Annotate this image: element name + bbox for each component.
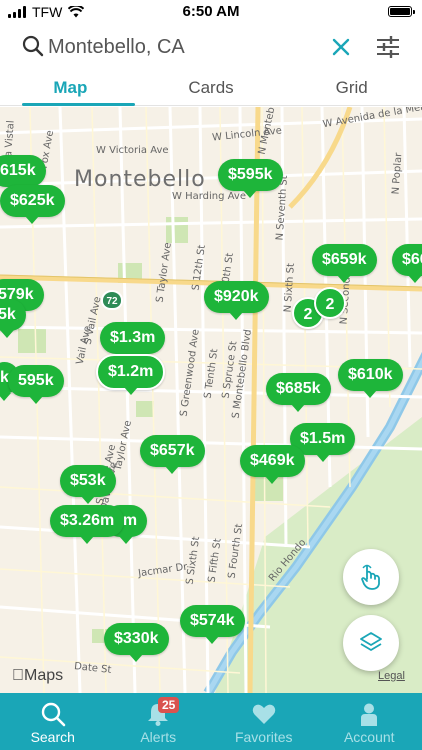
layers-icon	[360, 632, 382, 651]
search-bar[interactable]: Montebello, CA	[0, 26, 422, 70]
map-view[interactable]: Montebello W Victoria Ave W Lincoln Ave …	[0, 107, 422, 693]
price-pin[interactable]: $610k	[338, 359, 403, 398]
apple-logo-icon: 	[12, 667, 24, 684]
nav-search-label: Search	[30, 729, 75, 745]
filter-sliders-icon[interactable]	[375, 34, 401, 60]
price-pin[interactable]: $595k	[218, 159, 283, 198]
tab-grid[interactable]: Grid	[281, 72, 422, 105]
cluster-pin[interactable]: 2	[314, 287, 346, 319]
close-icon[interactable]	[330, 36, 352, 58]
price-pin[interactable]: $574k	[180, 605, 245, 644]
price-pin[interactable]: $625k	[0, 185, 65, 224]
price-pin[interactable]: $3.26m	[50, 505, 125, 544]
view-tabs: Map Cards Grid	[0, 72, 422, 106]
status-bar: TFW 6:50 AM	[0, 0, 422, 24]
hand-pointer-icon	[361, 564, 380, 590]
price-pin[interactable]: $1.2m	[96, 354, 166, 395]
highway-shield: 72	[101, 290, 123, 310]
bottom-nav: Search Alerts Favorites Account 25	[0, 693, 422, 750]
price-pin[interactable]: $53k	[60, 465, 116, 504]
nav-favorites[interactable]: Favorites	[211, 693, 317, 750]
alerts-count-badge: 25	[158, 697, 180, 713]
nav-alerts-label: Alerts	[140, 729, 177, 745]
search-input[interactable]: Montebello, CA	[48, 36, 185, 59]
tab-cards[interactable]: Cards	[141, 72, 282, 105]
person-icon	[361, 703, 378, 726]
battery-icon	[388, 6, 415, 17]
nav-favorites-label: Favorites	[234, 729, 293, 745]
status-time: 6:50 AM	[182, 3, 240, 20]
price-pin[interactable]: $657k	[140, 435, 205, 474]
maps-attribution-label: Maps	[12, 667, 63, 684]
price-pin[interactable]: $659k	[312, 244, 377, 283]
nav-account-label: Account	[343, 729, 395, 745]
price-pin[interactable]: 615k	[0, 155, 46, 194]
search-icon	[41, 702, 66, 727]
price-pin[interactable]: $1.3m	[100, 322, 166, 361]
heart-icon	[252, 704, 275, 724]
price-pin[interactable]: $920k	[204, 281, 269, 320]
city-label: Montebello	[74, 167, 206, 192]
legal-link[interactable]: Legal	[378, 670, 405, 682]
map-layers-button[interactable]	[343, 615, 399, 671]
street-label: W Victoria Ave	[96, 145, 169, 156]
price-pin[interactable]: $685k	[266, 373, 331, 412]
nav-search[interactable]: Search	[0, 693, 106, 750]
draw-search-button[interactable]	[343, 549, 399, 605]
search-icon	[22, 35, 44, 57]
price-pin[interactable]: $469k	[240, 445, 305, 484]
street-label: W Harding Ave	[172, 191, 246, 202]
price-pin[interactable]: $66	[392, 244, 422, 283]
price-pin[interactable]: $330k	[104, 623, 169, 662]
price-pin[interactable]: 595k	[8, 365, 64, 404]
nav-account[interactable]: Account	[317, 693, 422, 750]
maps-attribution: Maps	[12, 667, 63, 685]
tab-map[interactable]: Map	[0, 72, 141, 106]
